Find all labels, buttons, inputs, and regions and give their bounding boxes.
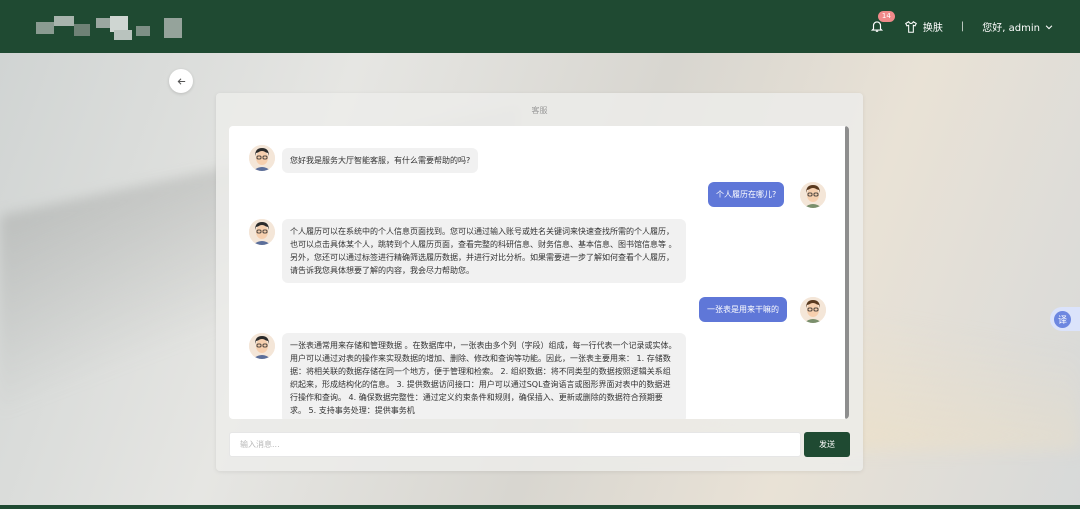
user-greeting: 您好, admin bbox=[982, 23, 1040, 34]
shirt-icon bbox=[904, 20, 917, 33]
chevron-down-icon bbox=[1045, 24, 1053, 29]
user-message: 个人履历在哪儿? bbox=[708, 182, 785, 207]
bot-avatar bbox=[249, 219, 275, 245]
message-input[interactable] bbox=[229, 432, 801, 457]
user-avatar bbox=[800, 182, 826, 208]
translate-icon: 译 bbox=[1054, 310, 1071, 328]
chat-panel: 客服 您好我是服务大厅智能客服，有什么需要帮助的吗? 个人履历在哪儿? 个人履历… bbox=[216, 93, 863, 471]
scrollbar-thumb[interactable] bbox=[845, 126, 849, 419]
message-list[interactable]: 您好我是服务大厅智能客服，有什么需要帮助的吗? 个人履历在哪儿? 个人履历可以在… bbox=[229, 126, 849, 419]
header-actions: 14 换肤 | 您好, admin bbox=[870, 0, 1054, 53]
notification-button[interactable]: 14 bbox=[870, 10, 895, 35]
floating-translate-button[interactable]: 译 bbox=[1050, 307, 1080, 331]
user-message: 一张表是用来干嘛的 bbox=[699, 297, 787, 322]
user-avatar bbox=[800, 297, 826, 323]
chat-title: 客服 bbox=[531, 106, 548, 115]
bot-avatar bbox=[249, 145, 275, 171]
arrow-left-icon bbox=[177, 77, 185, 85]
skin-label: 换肤 bbox=[922, 23, 943, 34]
send-button[interactable]: 发送 bbox=[804, 432, 850, 457]
logo bbox=[36, 16, 186, 48]
top-header: 14 换肤 | 您好, admin bbox=[0, 0, 1080, 53]
separator: | bbox=[960, 21, 965, 32]
bot-message: 个人履历可以在系统中的个人信息页面找到。您可以通过输入账号或姓名关键词来快速查找… bbox=[282, 219, 686, 283]
bot-message: 您好我是服务大厅智能客服，有什么需要帮助的吗? bbox=[282, 148, 479, 173]
user-menu[interactable]: 您好, admin bbox=[982, 19, 1054, 34]
back-button[interactable] bbox=[169, 69, 193, 93]
skin-button[interactable]: 换肤 bbox=[904, 19, 943, 34]
notification-badge: 14 bbox=[877, 10, 895, 22]
bottom-bar bbox=[0, 505, 1080, 509]
bot-message: 一张表通常用来存储和管理数据 。在数据库中，一张表由多个列（字段）组成，每一行代… bbox=[282, 333, 686, 419]
scrollbar-track[interactable] bbox=[845, 126, 849, 419]
bot-avatar bbox=[249, 333, 275, 359]
